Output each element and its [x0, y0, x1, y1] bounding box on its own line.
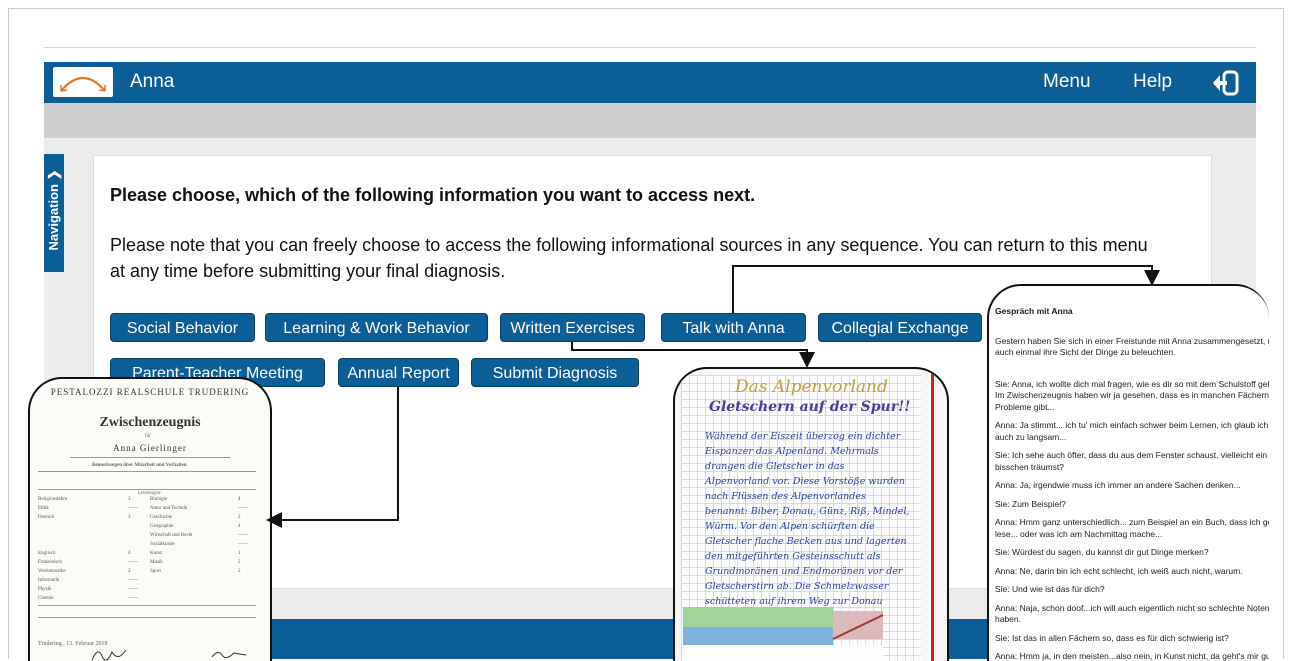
report-name-line	[70, 457, 230, 458]
transcript-line: bisschen träumst?	[995, 462, 1269, 474]
report-divider	[38, 471, 256, 472]
talk-transcript-preview: Gespräch mit Anna Gestern haben Sie sich…	[987, 284, 1269, 661]
report-grade-right: 2	[238, 560, 241, 565]
menu-link[interactable]: Menu	[1043, 71, 1091, 93]
transcript-line: Sie: Und wie ist das für dich?	[995, 584, 1269, 596]
report-subject-right: Biologie	[150, 497, 167, 502]
transcript-line: Anna: Ne, darin bin ich echt schlecht, i…	[995, 566, 1269, 578]
report-subject-right: Sozialkunde	[150, 542, 175, 547]
transcript-line: Anna: Hmm ja, in den meisten...also nein…	[995, 651, 1269, 661]
report-grades-label: Leistungen:	[138, 491, 162, 496]
report-subject-left: Englisch	[38, 551, 56, 556]
report-subject-right: Natur und Technik	[150, 506, 187, 511]
report-grade-left: 3	[128, 515, 131, 520]
report-grade-right: ——	[238, 506, 248, 511]
report-subject-right: Kunst	[150, 551, 162, 556]
report-grade-left: 3	[128, 497, 131, 502]
report-grade-right: 4	[238, 524, 241, 529]
instruction-note: Please note that you can freely choose t…	[110, 232, 1150, 284]
logout-icon[interactable]	[1212, 69, 1240, 97]
report-subject-right: Musik	[150, 560, 163, 565]
navigation-tab-text: Navigation	[46, 184, 61, 250]
report-subject-right: Geographie	[150, 524, 173, 529]
written-exercises-button[interactable]: Written Exercises	[500, 313, 645, 342]
report-subject-right: Wirtschaft und Recht	[150, 533, 193, 538]
annual-report-button[interactable]: Annual Report	[338, 358, 459, 387]
transcript-line: auch einmal ihre Sicht der Dinge zu bele…	[995, 347, 1269, 359]
navigation-side-tab[interactable]: Navigation ❯	[44, 154, 64, 272]
sub-toolbar	[44, 103, 1256, 138]
transcript-line: Sie: Ich sehe auch öfter, dass du aus de…	[995, 450, 1269, 462]
report-subject-right: Geschichte	[150, 515, 172, 520]
report-subject-left: Chemie	[38, 596, 54, 601]
transcript-line: Probleme gibt...	[995, 402, 1269, 414]
transcript-line: haben.	[995, 614, 1269, 626]
transcript-line: lese... oder was ich am Nachmittag mache…	[995, 529, 1269, 541]
transcript-line: Im Zwischenzeugnis haben wir ja gesehen,…	[995, 390, 1269, 402]
report-remarks-label: Bemerkungen über Mitarbeit und Verhalten	[92, 463, 187, 468]
transcript-line: Anna: Hmm ganz unterschiedlich... zum Be…	[995, 517, 1269, 529]
report-grade-left: ——	[128, 560, 138, 565]
report-subject-left: Informatik	[38, 578, 59, 583]
report-grade-right: 2	[238, 515, 241, 520]
transcript-line: Anna: Ja, irgendwie muss ich immer an an…	[995, 480, 1269, 492]
report-subject-left: Religionslehre	[38, 497, 67, 502]
transcript-line: Anna: Naja, schon doof...ich will auch e…	[995, 603, 1269, 615]
transcript-title: Gespräch mit Anna	[995, 306, 1269, 318]
transcript-line: Sie: Ist das in allen Fächern so, dass e…	[995, 633, 1269, 645]
exercise-drawing-icon	[683, 601, 883, 661]
exercise-margin-line	[931, 369, 934, 661]
transcript-body: Gestern haben Sie sich in einer Freistun…	[995, 336, 1269, 661]
report-school-name: PESTALOZZI REALSCHULE TRUDERING	[30, 387, 270, 397]
transcript-line: auch zu langsam...	[995, 432, 1269, 444]
report-grade-left: ——	[128, 596, 138, 601]
report-subject-left: Ethik	[38, 506, 49, 511]
top-strip	[44, 47, 1256, 63]
report-grade-left: ——	[128, 578, 138, 583]
app-logo	[53, 67, 113, 97]
report-grade-left: ——	[128, 587, 138, 592]
transcript-line: Anna: Ja stimmt... ich tu' mich einfach …	[995, 420, 1269, 432]
submit-diagnosis-button[interactable]: Submit Diagnosis	[471, 358, 639, 387]
transcript-line: Sie: Zum Beispiel?	[995, 499, 1269, 511]
transcript-line: Sie: Anna, ich wollte dich mal fragen, w…	[995, 379, 1269, 391]
social-behavior-button[interactable]: Social Behavior	[110, 313, 255, 342]
report-grade-left: ——	[128, 506, 138, 511]
transcript-line	[995, 366, 1269, 372]
exercise-subtitle: Gletschern auf der Spur!!	[709, 399, 910, 415]
report-grade-right: 2	[238, 569, 241, 574]
report-subject-left: Deutsch	[38, 515, 54, 520]
exercise-title: Das Alpenvorland	[735, 377, 888, 397]
report-divider	[38, 489, 256, 490]
report-subject-right: Sport	[150, 569, 161, 574]
report-subject-left: Französisch	[38, 560, 62, 565]
help-link[interactable]: Help	[1133, 71, 1172, 93]
top-navbar: Anna Menu Help	[44, 62, 1256, 103]
report-for-label: für	[145, 434, 151, 439]
transcript-line: Gestern haben Sie sich in einer Freistun…	[995, 336, 1269, 348]
written-exercise-preview: Das Alpenvorland Gletschern auf der Spur…	[673, 367, 949, 661]
talk-with-anna-button[interactable]: Talk with Anna	[661, 313, 806, 342]
report-grade-right: ——	[238, 542, 248, 547]
report-divider	[38, 617, 256, 618]
page-heading: Please choose, which of the following in…	[110, 185, 755, 206]
logo-arc-icon	[53, 67, 113, 97]
report-student-name: Anna Gierlinger	[30, 443, 270, 453]
annual-report-preview: PESTALOZZI REALSCHULE TRUDERING Zwischen…	[28, 377, 272, 661]
learning-work-behavior-button[interactable]: Learning & Work Behavior	[265, 313, 488, 342]
report-grade-left: 2	[128, 569, 131, 574]
navigation-tab-label: Navigation ❯	[46, 156, 62, 264]
report-subject-left: Werkenmathe	[38, 569, 66, 574]
signature-icon	[90, 644, 130, 661]
report-title: Zwischenzeugnis	[30, 415, 270, 431]
report-grade-right: 1	[238, 551, 241, 556]
report-grade-left: 4	[128, 551, 131, 556]
report-subject-left: Physik	[38, 587, 52, 592]
report-divider	[38, 605, 256, 606]
report-grade-right: ——	[238, 533, 248, 538]
collegial-exchange-button[interactable]: Collegial Exchange	[818, 313, 982, 342]
transcript-line: Sie: Würdest du sagen, du kannst dir gut…	[995, 547, 1269, 559]
report-grade-right: 4	[238, 497, 241, 502]
app-title: Anna	[130, 71, 174, 93]
